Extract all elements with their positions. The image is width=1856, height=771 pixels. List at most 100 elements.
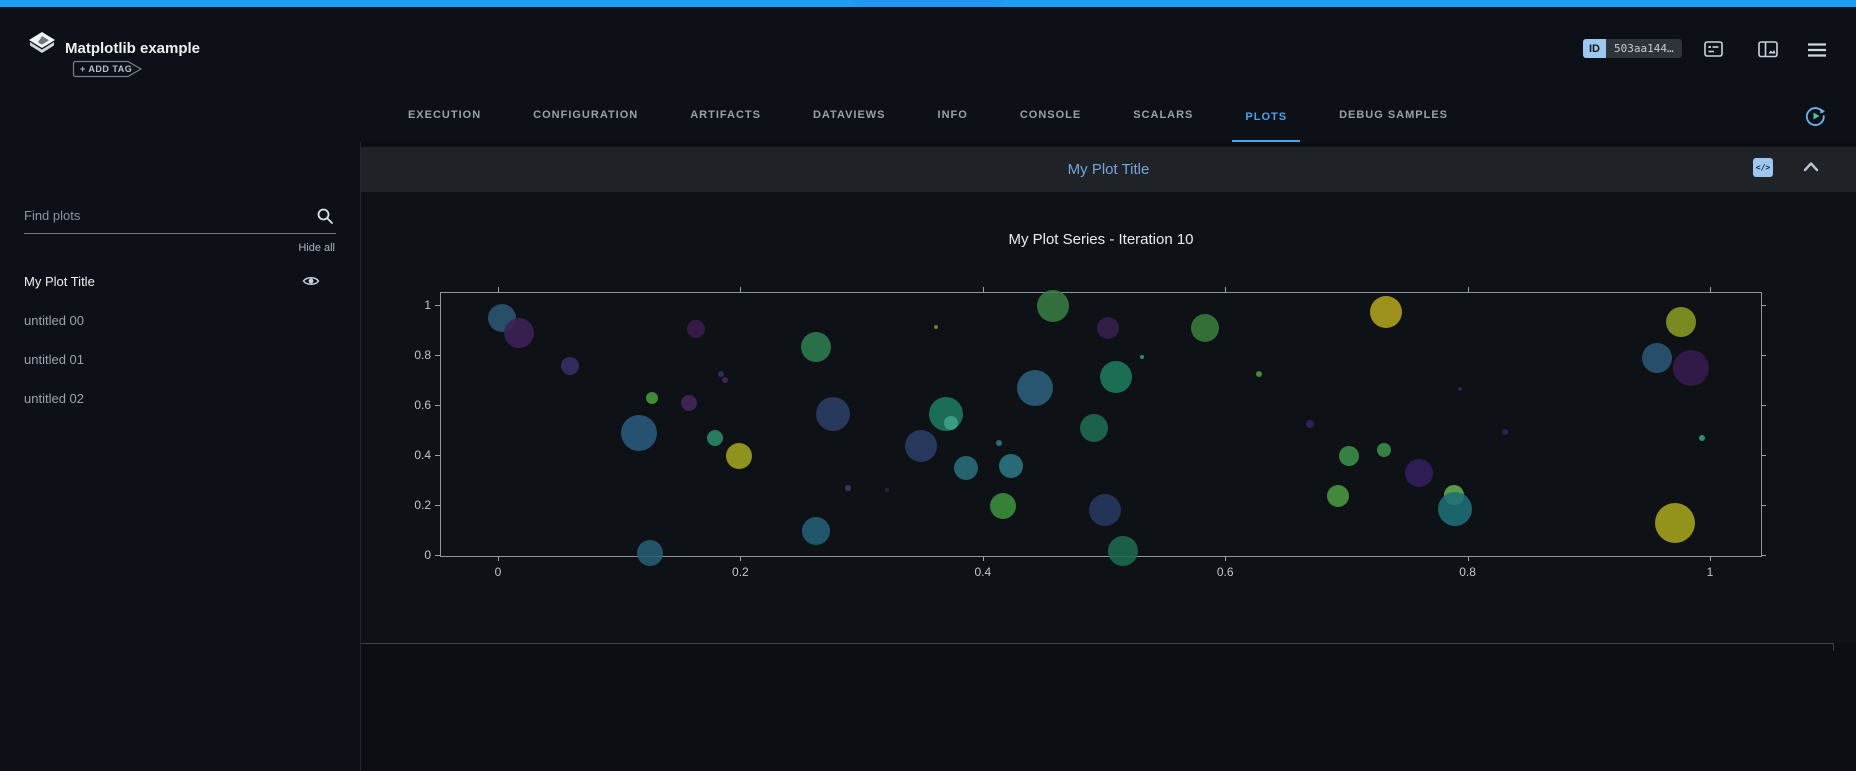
scatter-point (1642, 343, 1672, 373)
axis-tick (740, 287, 741, 292)
plot-item-label: My Plot Title (24, 274, 95, 289)
scatter-point (621, 415, 657, 451)
tab-dataviews[interactable]: DATAVIEWS (800, 109, 899, 142)
tab-execution[interactable]: EXECUTION (395, 109, 494, 142)
scatter-point (1097, 317, 1119, 339)
axis-tick (1225, 287, 1226, 292)
plot-list-item[interactable]: untitled 00 (0, 301, 360, 340)
y-tick-label: 0 (424, 548, 431, 562)
axis-tick (435, 555, 440, 556)
search-input[interactable] (24, 198, 304, 232)
scatter-point (802, 517, 830, 545)
scatter-point (646, 392, 658, 404)
plot-card-title: My Plot Title (1068, 161, 1150, 178)
scatter-point (1017, 370, 1053, 406)
card-corner (1833, 643, 1834, 651)
scatter-point (934, 325, 938, 329)
axis-tick (1225, 556, 1226, 561)
scatter-point (681, 395, 697, 411)
tab-scalars[interactable]: SCALARS (1120, 109, 1206, 142)
axis-tick (1761, 355, 1766, 356)
plot-list-item[interactable]: untitled 02 (0, 379, 360, 418)
tab-info[interactable]: INFO (925, 109, 981, 142)
axis-tick (1761, 505, 1766, 506)
axis-tick (435, 405, 440, 406)
scatter-point (726, 443, 752, 469)
scatter-point (944, 416, 958, 430)
tab-artifacts[interactable]: ARTIFACTS (677, 109, 774, 142)
scatter-point (561, 357, 579, 375)
axis-tick (1468, 556, 1469, 561)
scatter-point (1191, 314, 1219, 342)
scatter-point (1089, 494, 1121, 526)
id-badge: ID 503aa144… (1583, 39, 1682, 58)
y-tick-label: 1 (424, 298, 431, 312)
app-header: Matplotlib example + ADD TAG ID 503aa144… (0, 7, 1856, 85)
scatter-point (905, 430, 937, 462)
embed-code-icon[interactable]: </> (1753, 158, 1773, 177)
plot-item-label: untitled 00 (24, 313, 84, 328)
scatter-point (718, 371, 724, 377)
scatter-point (504, 318, 534, 348)
search-icon[interactable] (316, 207, 334, 225)
y-tick-label: 0.2 (414, 498, 431, 512)
scatter-point (1405, 459, 1433, 487)
scatter-point (1666, 307, 1696, 337)
axis-tick (983, 287, 984, 292)
tab-console[interactable]: CONSOLE (1007, 109, 1094, 142)
scatter-point (990, 493, 1016, 519)
x-tick-label: 0.6 (1217, 565, 1234, 579)
x-tick-label: 0.4 (974, 565, 991, 579)
axis-tick (740, 556, 741, 561)
scatter-point (1080, 414, 1108, 442)
experiment-logo-icon (26, 29, 58, 61)
scatter-point (996, 440, 1002, 446)
tab-plots[interactable]: PLOTS (1232, 111, 1300, 142)
axis-tick (1761, 455, 1766, 456)
chart-title: My Plot Series - Iteration 10 (440, 231, 1762, 248)
scatter-point (1699, 435, 1705, 441)
experiment-title: Matplotlib example (65, 40, 200, 57)
menu-icon[interactable] (1806, 40, 1828, 60)
layout-panel-icon[interactable] (1757, 40, 1779, 60)
scatter-point (637, 540, 663, 566)
scatter-point (1327, 485, 1349, 507)
detail-tabs: EXECUTION CONFIGURATION ARTIFACTS DATAVIEWS… (0, 85, 1856, 142)
axis-tick (983, 556, 984, 561)
axis-tick (1468, 287, 1469, 292)
tab-configuration[interactable]: CONFIGURATION (520, 109, 651, 142)
scatter-point (1458, 387, 1462, 391)
plot-list: My Plot Title untitled 00 untitled 01 untit… (0, 262, 360, 418)
scatter-point (1655, 503, 1695, 543)
task-id-value[interactable]: 503aa144… (1606, 39, 1682, 58)
scatter-point (885, 488, 889, 492)
scatter-point (1339, 446, 1359, 466)
add-tag-button[interactable]: + ADD TAG (72, 60, 144, 78)
x-tick-label: 0.8 (1459, 565, 1476, 579)
plot-list-item[interactable]: My Plot Title (0, 262, 360, 301)
axis-tick (1761, 555, 1766, 556)
scatter-point (1370, 296, 1402, 328)
collapse-panel-icon[interactable] (1800, 157, 1822, 177)
plot-card-header: My Plot Title (361, 147, 1856, 192)
scatter-point (707, 430, 723, 446)
scatter-point (845, 485, 851, 491)
tab-debug-samples[interactable]: DEBUG SAMPLES (1326, 109, 1461, 142)
scatter-plot-area[interactable]: 00.20.40.60.8100.20.40.60.81 (440, 292, 1762, 557)
task-details-icon[interactable] (1703, 40, 1725, 60)
plots-sidebar: Hide all My Plot Title untitled 00 untitle… (0, 142, 361, 771)
hide-all-button[interactable]: Hide all (298, 242, 335, 254)
plot-item-label: untitled 01 (24, 352, 84, 367)
axis-tick (498, 556, 499, 561)
plot-item-label: untitled 02 (24, 391, 84, 406)
auto-refresh-icon[interactable] (1802, 103, 1828, 129)
eye-icon[interactable] (302, 274, 320, 288)
x-tick-label: 0.2 (732, 565, 749, 579)
scatter-point (1306, 420, 1314, 428)
axis-tick (435, 355, 440, 356)
scatter-point (999, 454, 1023, 478)
id-badge-label: ID (1583, 39, 1606, 58)
scatter-point (1438, 492, 1472, 526)
plot-list-item[interactable]: untitled 01 (0, 340, 360, 379)
axis-tick (498, 287, 499, 292)
